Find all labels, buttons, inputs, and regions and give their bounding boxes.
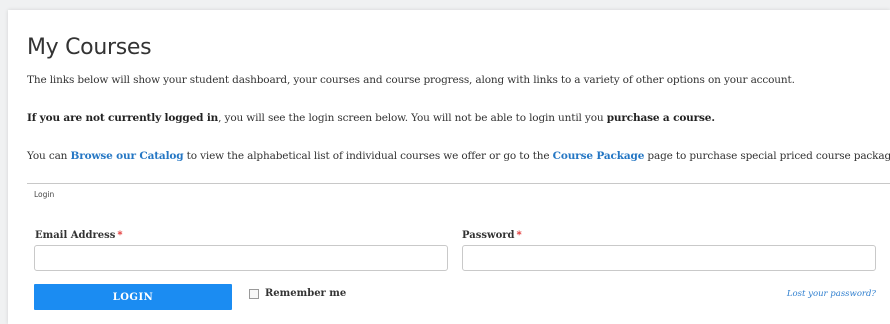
password-label: Password * [462,230,522,241]
browse-catalog-link[interactable]: Browse our Catalog [70,150,183,162]
remember-me-label: Remember me [265,288,347,299]
intro-paragraph-login-notice: If you are not currently logged in, you … [27,112,715,124]
catalog-text-end: page to purchase special priced course p… [644,150,890,162]
course-package-link[interactable]: Course Package [553,150,645,162]
intro-paragraph-catalog: You can Browse our Catalog to view the a… [27,150,890,162]
section-divider [27,183,890,184]
purchase-course-bold: purchase a course. [606,112,715,124]
login-notice-bold: If you are not currently logged in [27,112,219,124]
email-label: Email Address * [35,230,123,241]
login-notice-text: , you will see the login screen below. Y… [218,112,607,124]
password-label-text: Password [462,230,515,241]
intro-text: The links below will show your student d… [27,74,795,86]
catalog-text-start: You can [27,150,71,162]
content-card: My Courses The links below will show you… [8,10,890,324]
email-label-text: Email Address [35,230,116,241]
email-required-mark: * [117,230,123,241]
login-button[interactable]: LOGIN [34,284,232,310]
remember-me-checkbox[interactable] [249,288,259,299]
login-section-label: Login [34,190,55,199]
password-required-mark: * [516,230,522,241]
remember-me-option[interactable]: Remember me [249,288,346,299]
catalog-text-mid: to view the alphabetical list of individ… [183,150,553,162]
email-field[interactable] [34,245,448,271]
lost-password-link[interactable]: Lost your password? [787,289,876,299]
password-field[interactable] [462,245,876,271]
intro-paragraph-dashboard: The links below will show your student d… [27,74,795,86]
page-title: My Courses [27,35,152,60]
